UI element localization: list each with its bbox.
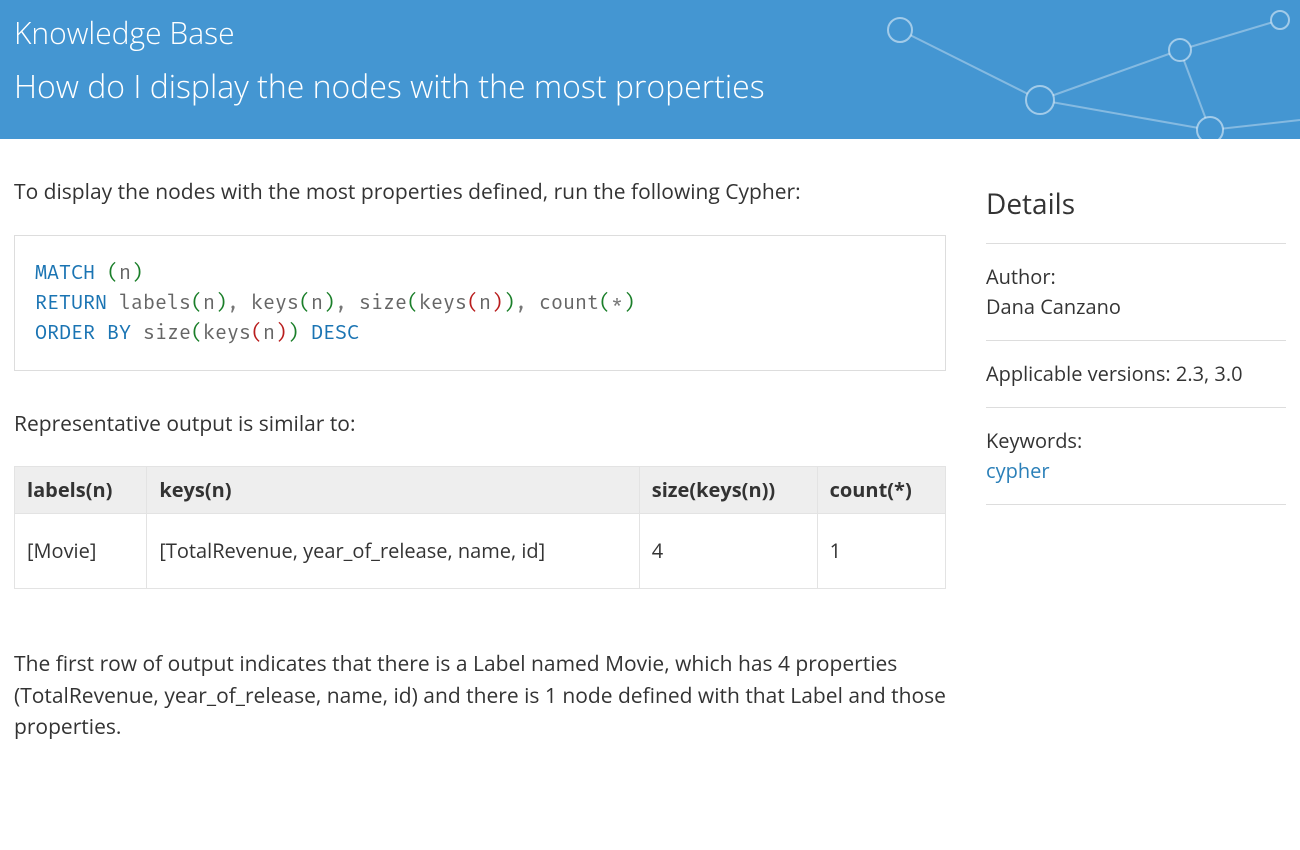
detail-versions: Applicable versions: 2.3, 3.0 <box>986 359 1286 408</box>
detail-author: Author: Dana Canzano <box>986 262 1286 341</box>
versions-label: Applicable versions: <box>986 360 1171 387</box>
table-cell: [Movie] <box>15 514 147 589</box>
cypher-code-block: MATCH (n) RETURN labels(n), keys(n), siz… <box>14 235 946 371</box>
table-row: [Movie][TotalRevenue, year_of_release, n… <box>15 514 946 589</box>
table-header: size(keys(n)) <box>639 467 817 514</box>
versions-value: 2.3, 3.0 <box>1176 360 1243 387</box>
explanation-text: The first row of output indicates that t… <box>14 649 946 744</box>
table-cell: 1 <box>817 514 945 589</box>
output-table: labels(n)keys(n)size(keys(n))count(*) [M… <box>14 466 946 589</box>
table-header: keys(n) <box>147 467 639 514</box>
author-label: Author: <box>986 262 1286 292</box>
article-body: To display the nodes with the most prope… <box>14 177 946 770</box>
keyword-link[interactable]: cypher <box>986 457 1050 484</box>
keywords-label: Keywords: <box>986 426 1286 456</box>
intro-text: To display the nodes with the most prope… <box>14 177 946 209</box>
detail-keywords: Keywords: cypher <box>986 426 1286 505</box>
table-cell: [TotalRevenue, year_of_release, name, id… <box>147 514 639 589</box>
details-sidebar: Details Author: Dana Canzano Applicable … <box>986 177 1286 770</box>
page-title: How do I display the nodes with the most… <box>14 63 1286 111</box>
table-cell: 4 <box>639 514 817 589</box>
details-heading: Details <box>986 183 1286 244</box>
table-header: count(*) <box>817 467 945 514</box>
table-header: labels(n) <box>15 467 147 514</box>
output-caption: Representative output is similar to: <box>14 409 946 441</box>
author-value: Dana Canzano <box>986 292 1286 322</box>
breadcrumb: Knowledge Base <box>14 10 1286 55</box>
hero-banner: Knowledge Base How do I display the node… <box>0 0 1300 139</box>
